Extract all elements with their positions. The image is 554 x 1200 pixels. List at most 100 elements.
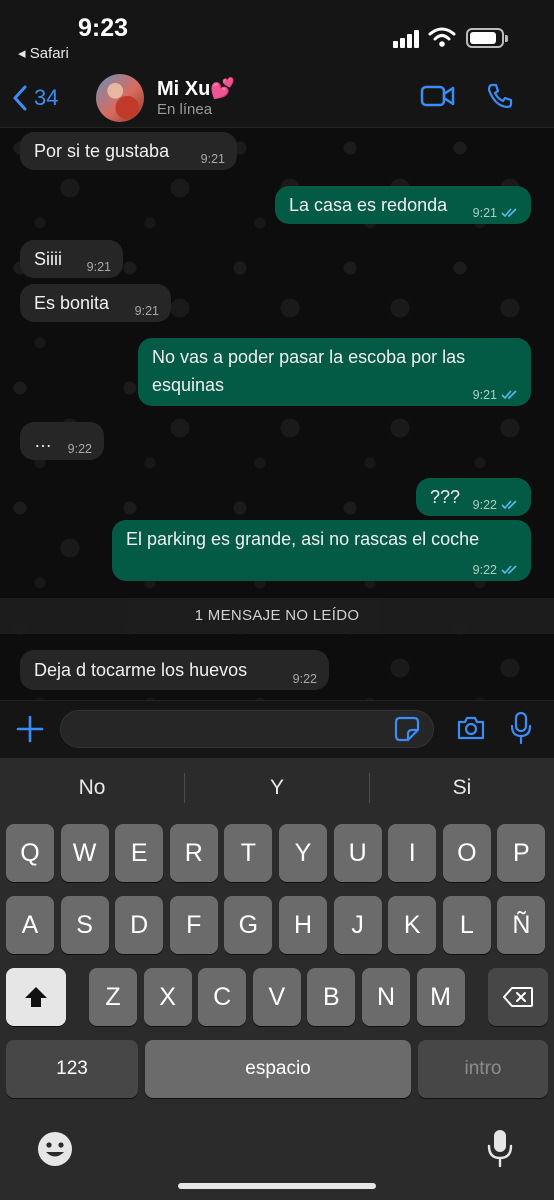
delete-key[interactable] (488, 968, 548, 1026)
key-g[interactable]: G (224, 896, 273, 954)
message-text: … (34, 431, 52, 451)
predictive-bar: No Y Si (0, 758, 554, 818)
back-to-app-link[interactable]: ◂ Safari (18, 44, 69, 62)
message-meta: 9:21 (473, 206, 519, 220)
home-indicator[interactable] (178, 1183, 376, 1189)
message-text: La casa es redonda (289, 195, 448, 215)
key-n[interactable]: N (362, 968, 410, 1026)
key-p[interactable]: P (497, 824, 546, 882)
read-ticks-icon (501, 565, 517, 575)
message-text: Es bonita (34, 293, 110, 313)
message-time: 9:21 (472, 206, 497, 220)
key-s[interactable]: S (60, 896, 109, 954)
message-bubble[interactable]: Siiii 9:21 (20, 240, 123, 278)
message-input[interactable] (60, 710, 434, 748)
message-time: 9:22 (292, 672, 317, 686)
cellular-signal-icon (393, 30, 419, 48)
message-time: 9:21 (86, 260, 111, 274)
key-ñ[interactable]: Ñ (497, 896, 546, 954)
message-bubble[interactable]: El parking es grande, asi no rascas el c… (112, 520, 531, 581)
unread-messages-banner: 1 MENSAJE NO LEÍDO (0, 598, 554, 634)
key-f[interactable]: F (169, 896, 218, 954)
key-v[interactable]: V (252, 968, 301, 1026)
key-t[interactable]: T (224, 824, 273, 882)
clock: 9:23 (78, 14, 129, 42)
battery-level (470, 32, 496, 44)
message-meta: 9:21 (87, 260, 111, 274)
message-meta: 9:22 (68, 442, 92, 456)
key-q[interactable]: Q (6, 824, 54, 882)
backspace-icon (503, 987, 533, 1007)
space-key[interactable]: espacio (145, 1040, 411, 1098)
key-a[interactable]: A (6, 896, 54, 954)
emoji-icon[interactable] (36, 1130, 74, 1168)
message-text: ??? (430, 487, 461, 507)
key-u[interactable]: U (333, 824, 382, 882)
message-bubble[interactable]: Es bonita 9:21 (20, 284, 171, 322)
camera-icon[interactable] (456, 715, 486, 741)
message-bubble[interactable]: Por si te gustaba 9:21 (20, 132, 237, 170)
avatar[interactable] (96, 74, 144, 122)
phone-icon[interactable] (486, 82, 514, 110)
message-meta: 9:22 (473, 563, 519, 577)
microphone-icon[interactable] (510, 711, 532, 745)
suggestion[interactable]: No (0, 758, 184, 818)
message-time: 9:22 (67, 442, 92, 456)
message-input-bar (0, 700, 554, 758)
dictation-microphone-icon[interactable] (487, 1128, 513, 1168)
key-i[interactable]: I (388, 824, 437, 882)
key-x[interactable]: X (143, 968, 192, 1026)
message-meta: 9:21 (201, 152, 225, 166)
key-c[interactable]: C (198, 968, 247, 1026)
key-h[interactable]: H (279, 896, 327, 954)
message-meta: 9:21 (473, 388, 519, 402)
message-text: Por si te gustaba (34, 141, 170, 161)
suggestion[interactable]: Y (185, 758, 369, 818)
shift-key[interactable] (6, 968, 66, 1026)
sticker-icon[interactable] (394, 716, 420, 742)
key-j[interactable]: J (333, 896, 382, 954)
key-y[interactable]: Y (279, 824, 327, 882)
key-o[interactable]: O (442, 824, 491, 882)
status-bar: 9:23 ◂ Safari (0, 0, 554, 70)
key-w[interactable]: W (60, 824, 109, 882)
message-time: 9:22 (472, 563, 497, 577)
message-time: 9:21 (134, 304, 159, 318)
message-meta: 9:22 (293, 672, 317, 686)
return-key[interactable]: intro (418, 1040, 548, 1098)
key-m[interactable]: M (416, 968, 465, 1026)
key-l[interactable]: L (442, 896, 491, 954)
read-ticks-icon (501, 390, 517, 400)
plus-icon[interactable] (14, 713, 46, 745)
video-call-icon[interactable] (420, 84, 456, 108)
message-time: 9:21 (200, 152, 225, 166)
back-button[interactable]: 34 (12, 80, 58, 116)
message-text: Siiii (34, 249, 63, 269)
unread-chats-count: 34 (34, 85, 59, 110)
chat-header: 34 Mi Xu💕 En línea (0, 70, 554, 128)
chat-area[interactable]: Por si te gustaba 9:21 La casa es redond… (0, 128, 554, 700)
message-bubble[interactable]: La casa es redonda 9:21 (275, 186, 531, 224)
key-k[interactable]: K (388, 896, 437, 954)
key-d[interactable]: D (115, 896, 164, 954)
key-r[interactable]: R (169, 824, 218, 882)
shift-arrow-icon (25, 987, 47, 1007)
key-e[interactable]: E (115, 824, 164, 882)
message-time: 9:21 (472, 388, 497, 402)
suggestion[interactable]: Si (370, 758, 554, 818)
numbers-key[interactable]: 123 (6, 1040, 138, 1098)
message-bubble[interactable]: No vas a poder pasar la escoba por las e… (138, 338, 531, 406)
message-bubble[interactable]: … 9:22 (20, 422, 104, 460)
battery-icon (466, 28, 508, 48)
contact-name[interactable]: Mi Xu💕 (157, 76, 235, 101)
contact-status: En línea (157, 101, 213, 118)
message-meta: 9:21 (135, 304, 159, 318)
message-text: Deja d tocarme los huevos (34, 660, 248, 680)
keyboard: No Y Si QWERTYUIOPASDFGHJKLÑZXCVBNM 123 … (0, 758, 554, 1200)
key-b[interactable]: B (307, 968, 356, 1026)
message-bubble[interactable]: Deja d tocarme los huevos 9:22 (20, 650, 329, 690)
key-z[interactable]: Z (89, 968, 137, 1026)
read-ticks-icon (501, 208, 517, 218)
chevron-left-icon (13, 85, 27, 111)
message-bubble[interactable]: ??? 9:22 (416, 478, 531, 516)
